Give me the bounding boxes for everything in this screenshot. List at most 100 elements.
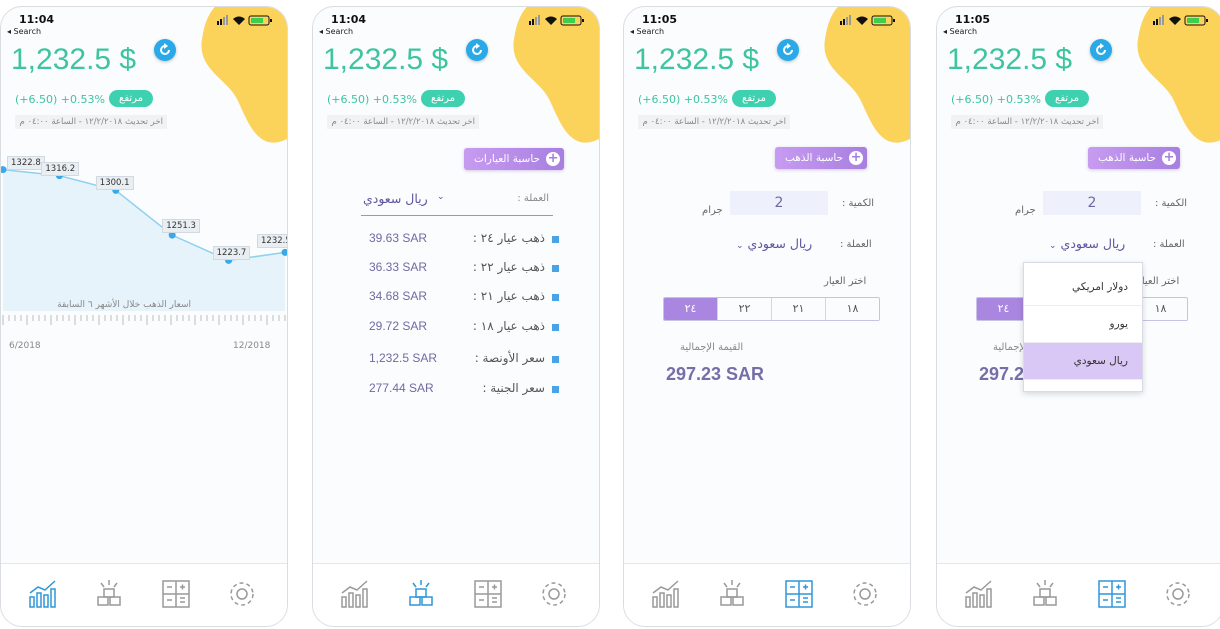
price-change: (+6.50) +0.53% [327,93,417,106]
plus-icon: + [546,151,561,166]
data-label: 1322.8 [7,155,45,170]
calculator-icon [785,580,813,608]
currency-row[interactable]: العملة : ريال سعودي ⌄ [361,187,553,216]
last-updated: اخر تحديث ١٢/٢/٢٠١٨ - الساعة ٠٤:٠٠ م [15,115,167,129]
tab-gold[interactable] [1028,577,1062,611]
status-time: 11:04 [19,13,55,26]
karat-calculator-button[interactable]: حاسبة العيارات + [464,148,565,170]
currency-select[interactable]: ريال سعودي ⌄ [1049,236,1125,251]
back-link[interactable]: ◂ Search [7,27,41,36]
karat-option[interactable]: ٢١ [771,298,825,320]
tab-bar [624,563,910,626]
tab-bar [937,563,1220,626]
karat-option[interactable]: ١٨ [825,298,879,320]
status-time: 11:04 [331,13,367,26]
chevron-down-icon: ⌄ [736,241,744,251]
rate-label: ذهب عيار ٢٤ : [472,231,545,245]
price-change: (+6.50) +0.53% [638,93,728,106]
refresh-button[interactable] [466,39,488,61]
tab-calculator[interactable] [159,577,193,611]
chart-note: اسعار الذهب خلال الأشهر ٦ السابقة [57,298,191,310]
refresh-button[interactable] [777,39,799,61]
dropdown-option[interactable]: دولار امريكي [1024,269,1142,306]
quantity-input[interactable]: 2 [730,191,828,215]
signal-wifi-battery-icon [529,15,584,26]
data-label: 1223.7 [212,246,251,261]
price-change: (+6.50) +0.53% [15,93,105,106]
karat-calculator-label: حاسبة العيارات [474,153,541,165]
tab-calculator[interactable] [1095,577,1129,611]
tab-gold[interactable] [404,577,438,611]
tab-gold[interactable] [715,577,749,611]
rate-row: 277.44 SAR سعر الجنية : [359,381,559,401]
gold-calculator-button[interactable]: حاسبة الذهب + [775,147,868,169]
status-time: 11:05 [642,13,678,26]
rate-label: ذهب عيار ٢٢ : [472,260,545,274]
karat-segmented-control[interactable]: ٢٤ ٢٢ ٢١ ١٨ [663,297,880,321]
currency-select[interactable]: ريال سعودي ⌄ [736,236,812,251]
rate-value: 1,232.5 SAR [369,351,438,365]
tab-chart[interactable] [25,577,59,611]
tab-calculator[interactable] [782,577,816,611]
dropdown-option[interactable]: ريال سعودي [1024,343,1142,380]
quantity-input[interactable]: 2 [1043,191,1141,215]
bullet-icon [552,324,559,331]
karat-label: اختر العيار [824,276,867,287]
back-link[interactable]: ◂ Search [630,27,664,36]
status-bar: 11:05 [951,13,1209,27]
rate-value: 39.63 SAR [369,231,428,245]
status-time: 11:05 [955,13,991,26]
tab-chart[interactable] [337,577,371,611]
tab-bar [313,563,599,626]
back-link[interactable]: ◂ Search [943,27,977,36]
tab-gold[interactable] [92,577,126,611]
data-label: 1232.5 [257,234,287,249]
currency-value: ريال سعودي [363,191,428,206]
bullet-icon [552,265,559,272]
rate-row: 34.68 SAR ذهب عيار ٢١ : [359,289,559,309]
axis-start-label: 6/2018 [9,341,41,351]
gold-calculator-label: حاسبة الذهب [1098,152,1157,164]
karat-option[interactable]: ٢٢ [717,298,771,320]
tab-settings[interactable] [537,577,571,611]
rate-label: سعر الأونصة : [474,351,545,365]
gold-price: 1,232.5 $ [634,43,760,76]
x-axis-ticks [2,315,286,325]
tab-calculator[interactable] [471,577,505,611]
chevron-down-icon: ⌄ [1049,241,1057,251]
currency-value: ريال سعودي [747,236,813,251]
status-bar: 11:05 [638,13,896,27]
rate-label: سعر الجنية : [482,381,545,395]
screen-chart: 11:04 ◂ Search 1,232.5 $ (+6.50) +0.53% … [0,6,288,627]
rate-label: ذهب عيار ١٨ : [472,319,545,333]
rate-value: 36.33 SAR [369,260,428,274]
tab-settings[interactable] [848,577,882,611]
refresh-button[interactable] [154,39,176,61]
tab-settings[interactable] [1161,577,1195,611]
tab-bar [1,563,287,626]
gear-icon [230,582,254,606]
dropdown-option[interactable]: يورو [1024,306,1142,343]
plus-icon: + [1162,150,1177,165]
quantity-label: الكمية : [842,198,875,209]
karat-option[interactable]: ٢٤ [664,298,717,320]
currency-label: العملة : [517,193,549,204]
gold-price: 1,232.5 $ [11,43,137,76]
gold-price: 1,232.5 $ [323,43,449,76]
gold-calculator-button[interactable]: حاسبة الذهب + [1088,147,1181,169]
decorative-blob [824,7,910,143]
chart-icon [29,580,56,608]
currency-dropdown: دولار امريكي يورو ريال سعودي [1023,262,1143,392]
last-updated: اخر تحديث ١٢/٢/٢٠١٨ - الساعة ٠٤:٠٠ م [951,115,1103,129]
rate-row: 1,232.5 SAR سعر الأونصة : [359,351,559,371]
currency-value: ريال سعودي [1060,236,1126,251]
refresh-icon [472,43,482,55]
back-link[interactable]: ◂ Search [319,27,353,36]
tab-chart[interactable] [961,577,995,611]
chevron-down-icon: ⌄ [437,192,445,202]
calculator-icon [474,580,502,608]
refresh-button[interactable] [1090,39,1112,61]
tab-chart[interactable] [648,577,682,611]
gold-bars-icon [97,580,121,606]
tab-settings[interactable] [225,577,259,611]
